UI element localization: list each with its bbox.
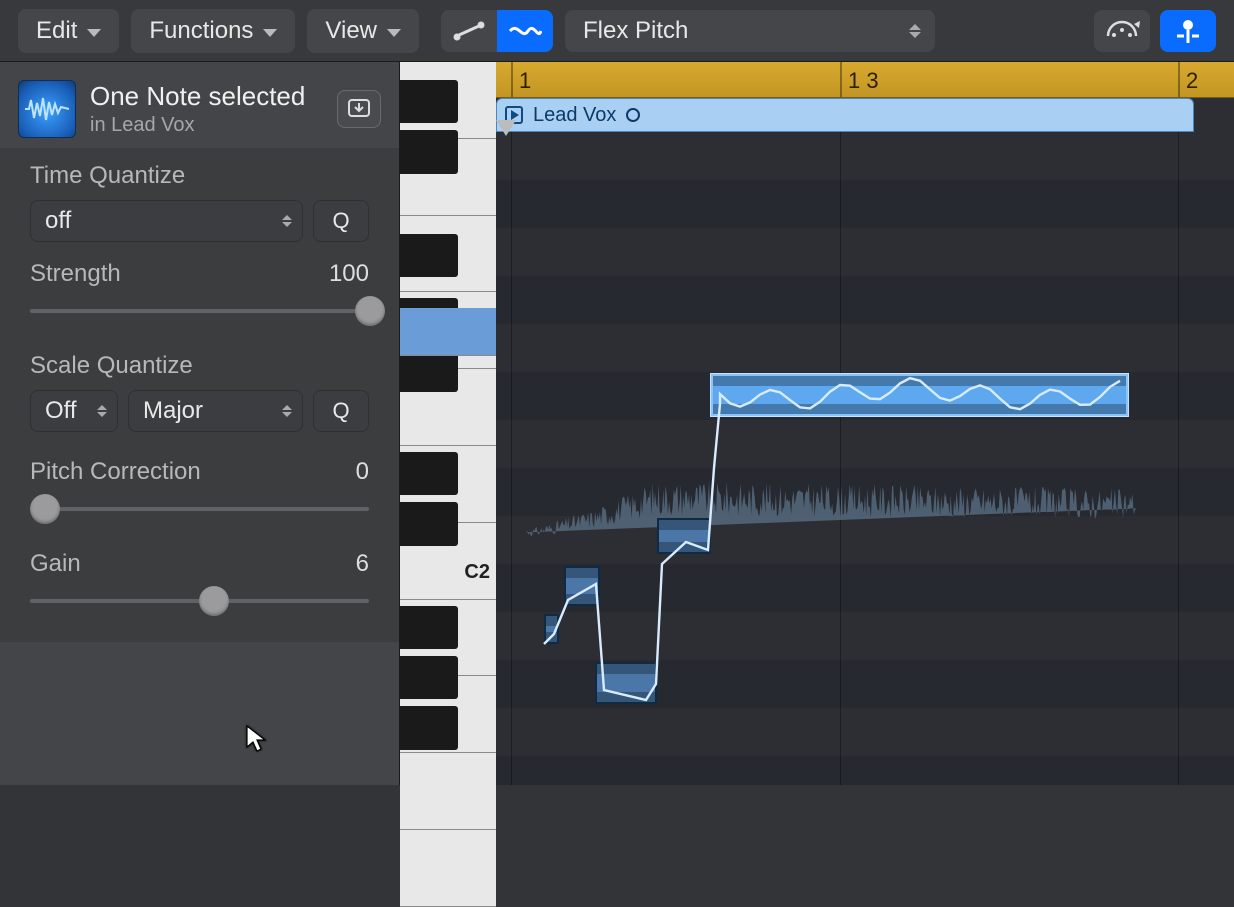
edit-menu-label: Edit xyxy=(36,17,77,45)
chevron-down-icon xyxy=(387,29,401,37)
mouse-cursor-icon xyxy=(246,725,268,758)
scale-quantize-group: Scale Quantize Off Major Q xyxy=(30,352,369,432)
strength-value: 100 xyxy=(329,260,369,288)
updown-icon xyxy=(909,24,921,38)
view-menu[interactable]: View xyxy=(307,9,419,53)
updown-icon xyxy=(282,405,292,417)
catch-playhead-icon xyxy=(1173,17,1203,45)
flex-pitch-editor[interactable]: 1 1 3 2 Lead Vox xyxy=(496,62,1234,785)
waveform-icon xyxy=(24,94,70,124)
bar-ruler[interactable]: 1 1 3 2 xyxy=(496,62,1234,98)
scale-type-select[interactable]: Major xyxy=(128,390,303,432)
chevron-down-icon xyxy=(263,29,277,37)
catch-playhead-button[interactable] xyxy=(1160,10,1216,52)
time-quantize-apply-button[interactable]: Q xyxy=(313,200,369,242)
scale-quantize-apply-button[interactable]: Q xyxy=(313,390,369,432)
strength-slider[interactable] xyxy=(30,296,369,326)
ruler-label: 1 xyxy=(519,68,531,94)
pitch-correction-label: Pitch Correction xyxy=(30,458,201,486)
pitch-correction-thumb[interactable] xyxy=(30,494,60,524)
gain-value: 6 xyxy=(356,550,369,578)
ruler-label: 2 xyxy=(1186,68,1198,94)
region-header[interactable]: Lead Vox xyxy=(496,98,1194,132)
toolbar-right xyxy=(1094,10,1216,52)
import-icon xyxy=(347,98,371,120)
track-icon xyxy=(18,80,76,138)
inspector-import-button[interactable] xyxy=(337,90,381,128)
strength-thumb[interactable] xyxy=(355,296,385,326)
inspector-body: Time Quantize off Q Strength 100 xyxy=(0,148,399,642)
slider-track xyxy=(30,309,369,313)
pitch-correction-value: 0 xyxy=(356,458,369,486)
pitch-curve xyxy=(496,62,1234,785)
scale-root-value: Off xyxy=(45,397,77,425)
ruler-label: 1 3 xyxy=(848,68,879,94)
midi-out-icon xyxy=(1104,18,1140,44)
time-quantize-group: Time Quantize off Q Strength 100 xyxy=(30,162,369,326)
edit-menu[interactable]: Edit xyxy=(18,9,119,53)
flex-mode-select[interactable]: Flex Pitch xyxy=(565,10,935,52)
time-quantize-value: off xyxy=(45,207,71,235)
piano-key-label: C2 xyxy=(464,561,490,781)
inspector-panel: One Note selected in Lead Vox Time Quant… xyxy=(0,62,400,785)
automation-toggle[interactable] xyxy=(441,10,497,52)
flex-toggle[interactable] xyxy=(497,10,553,52)
scale-root-select[interactable]: Off xyxy=(30,390,118,432)
scale-type-value: Major xyxy=(143,397,203,425)
functions-menu[interactable]: Functions xyxy=(131,9,295,53)
automation-icon xyxy=(452,20,486,42)
gain-thumb[interactable] xyxy=(199,586,229,616)
updown-icon xyxy=(97,405,107,417)
flex-mode-label: Flex Pitch xyxy=(583,17,688,45)
time-quantize-label: Time Quantize xyxy=(30,162,369,190)
strength-row: Strength 100 xyxy=(30,260,369,288)
gain-label: Gain xyxy=(30,550,81,578)
time-quantize-select[interactable]: off xyxy=(30,200,303,242)
playhead-icon[interactable] xyxy=(496,120,516,136)
slider-track xyxy=(30,507,369,511)
flex-icon xyxy=(508,20,542,42)
inspector-header: One Note selected in Lead Vox xyxy=(0,62,399,148)
gain-slider[interactable] xyxy=(30,586,369,616)
view-menu-label: View xyxy=(325,17,377,45)
pitch-correction-slider[interactable] xyxy=(30,494,369,524)
region-loop-icon xyxy=(626,108,640,122)
piano-ruler[interactable]: C2 xyxy=(400,62,496,785)
inspector-subtitle: in Lead Vox xyxy=(90,114,323,137)
gain-group: Gain 6 xyxy=(30,550,369,616)
toolbar: Edit Functions View Flex Pitch xyxy=(0,0,1234,62)
scale-quantize-label: Scale Quantize xyxy=(30,352,369,380)
midi-out-button[interactable] xyxy=(1094,10,1150,52)
functions-menu-label: Functions xyxy=(149,17,253,45)
region-name: Lead Vox xyxy=(533,104,616,127)
updown-icon xyxy=(282,215,292,227)
pitch-correction-group: Pitch Correction 0 xyxy=(30,458,369,524)
chevron-down-icon xyxy=(87,29,101,37)
inspector-title: One Note selected xyxy=(90,81,323,112)
flex-toggle-segment xyxy=(441,10,553,52)
strength-label: Strength xyxy=(30,260,121,288)
